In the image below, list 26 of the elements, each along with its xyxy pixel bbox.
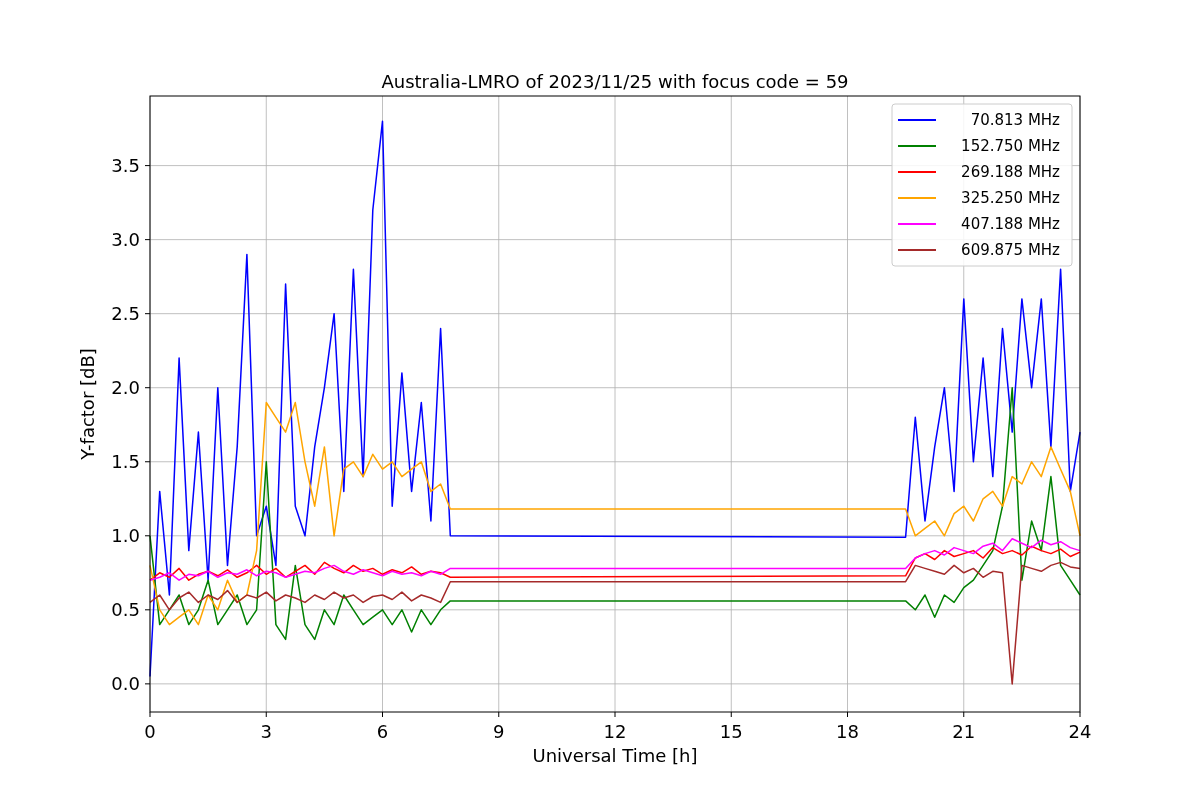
y-tick-label: 2.5 [111,302,140,324]
y-tick-label: 0.5 [111,598,140,620]
x-tick-label: 24 [1068,721,1092,742]
x-tick-label: 21 [952,721,976,742]
legend-label: 407.188 MHz [961,215,1060,233]
legend-label: 609.875 MHz [961,241,1060,259]
y-tick-label: 2.0 [111,376,140,398]
x-tick-label: 15 [719,721,743,742]
x-tick-label: 0 [144,721,156,742]
chart-title: Australia-LMRO of 2023/11/25 with focus code = 59 [381,71,849,92]
y-tick-label: 1.0 [111,524,140,546]
legend-label: 325.250 MHz [961,189,1060,207]
x-tick-label: 6 [376,721,389,742]
x-axis-label: Universal Time [h] [532,745,698,766]
legend-label: 152.750 MHz [961,137,1060,155]
x-tick-label: 3 [260,721,272,742]
y-tick-label: 0.0 [111,672,140,694]
x-tick-label: 9 [493,721,505,742]
x-tick-label: 18 [836,721,859,742]
x-tick-label: 12 [603,721,627,742]
y-tick-label: 3.5 [111,154,140,176]
legend-label: 269.188 MHz [961,163,1060,181]
legend-label: 70.813 MHz [970,111,1060,129]
y-tick-label: 1.5 [111,450,140,472]
y-axis-label: Y-factor [dB] [77,348,98,460]
y-tick-label: 3.0 [111,228,140,250]
